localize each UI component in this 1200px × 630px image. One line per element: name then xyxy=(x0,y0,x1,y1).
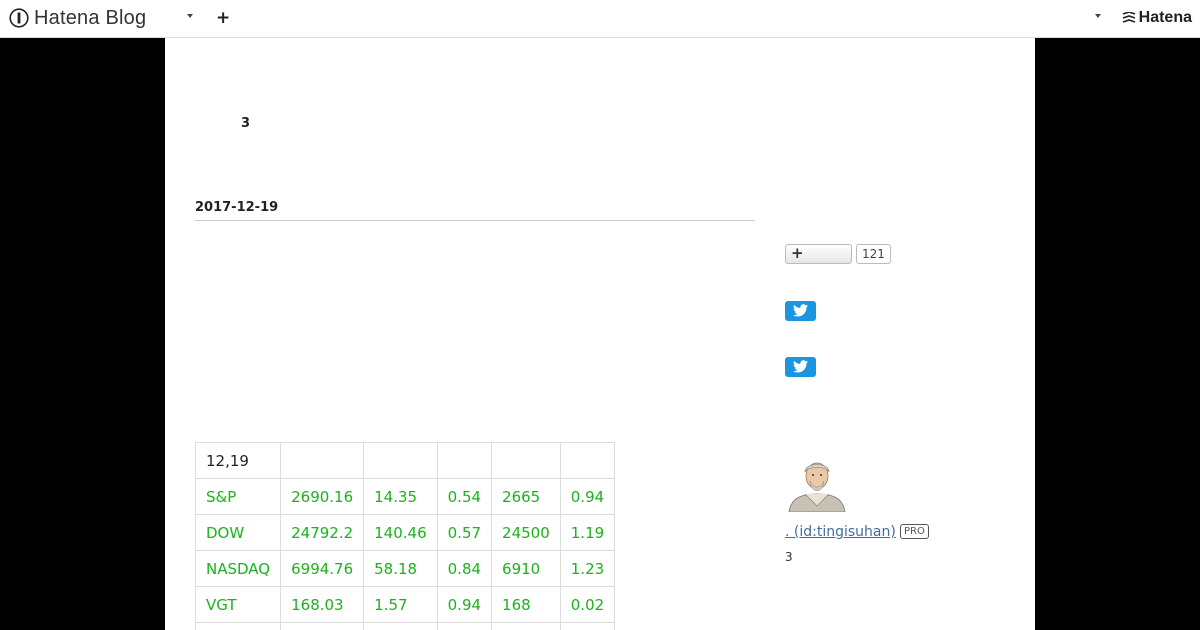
table-row: 12,19 xyxy=(194,442,616,479)
hatena-blog-logo-icon xyxy=(9,8,29,28)
profile-id-link[interactable]: . (id:tingisuhan) xyxy=(785,524,896,540)
hatena-label: Hatena xyxy=(1138,9,1192,26)
table-cell xyxy=(363,442,438,479)
pro-badge: PRO xyxy=(900,524,929,539)
table-cell: 1.57 xyxy=(363,586,438,623)
table-cell: 2665 xyxy=(491,478,561,515)
table-cell: 1.19 xyxy=(559,514,616,551)
table-row xyxy=(194,622,616,630)
table-cell: DOW xyxy=(194,514,282,551)
table-cell: VGT xyxy=(194,586,282,623)
table-cell: 168 xyxy=(491,586,561,623)
bookmark-count[interactable]: 121 xyxy=(856,244,891,264)
entry-date[interactable]: 2017-12-19 xyxy=(195,200,278,215)
table-cell: 58.18 xyxy=(363,550,438,587)
hatena-bookmark-button[interactable]: + xyxy=(785,244,852,264)
table-cell: 6994.76 xyxy=(280,550,365,587)
table-cell xyxy=(363,622,438,630)
bookmark-plus-icon: + xyxy=(791,244,804,262)
table-cell xyxy=(491,442,561,479)
table-cell: 24792.2 xyxy=(280,514,365,551)
table-cell: NASDAQ xyxy=(194,550,282,587)
table-row: S&P 2690.16 14.35 0.54 2665 0.94 xyxy=(194,478,616,515)
table-cell: 0.57 xyxy=(436,514,493,551)
table-row: NASDAQ 6994.76 58.18 0.84 6910 1.23 xyxy=(194,550,616,587)
blog-menu-caret-icon[interactable] xyxy=(187,14,193,18)
blog-page: 3 2017-12-19 12,19 S&P 2690.16 14.35 0.5… xyxy=(165,38,1035,630)
table-row: VGT 168.03 1.57 0.94 168 0.02 xyxy=(194,586,616,623)
new-post-plus-icon[interactable]: + xyxy=(216,7,230,29)
table-cell xyxy=(280,442,365,479)
table-cell: 0.54 xyxy=(436,478,493,515)
table-cell: 14.35 xyxy=(363,478,438,515)
hatena-logo-icon xyxy=(1122,12,1135,23)
twitter-bird-icon xyxy=(793,304,808,317)
user-menu-caret-icon[interactable] xyxy=(1095,14,1101,18)
table-cell xyxy=(280,622,365,630)
twitter-share-button[interactable] xyxy=(785,301,816,321)
profile-count: 3 xyxy=(785,550,793,564)
table-cell: 168.03 xyxy=(280,586,365,623)
table-cell: 2690.16 xyxy=(280,478,365,515)
sidebar: + 121 . (id:tingisuhan) PRO 3 xyxy=(785,38,1015,630)
global-header: Hatena Blog + Hatena xyxy=(0,0,1200,38)
table-cell xyxy=(436,622,493,630)
hatena-blog-logo[interactable]: Hatena Blog xyxy=(9,6,146,30)
table-cell: 24500 xyxy=(491,514,561,551)
table-cell: 0.84 xyxy=(436,550,493,587)
table-cell: 140.46 xyxy=(363,514,438,551)
table-cell: 12,19 xyxy=(194,442,282,479)
table-cell xyxy=(559,622,616,630)
table-cell: 0.02 xyxy=(559,586,616,623)
avatar[interactable] xyxy=(785,456,849,512)
blog-title[interactable]: 3 xyxy=(241,116,250,131)
twitter-follow-button[interactable] xyxy=(785,357,816,377)
date-divider xyxy=(195,220,755,221)
brand-name: Hatena Blog xyxy=(34,6,147,29)
table-cell xyxy=(559,442,616,479)
hatena-menu[interactable]: Hatena xyxy=(1122,9,1192,27)
table-cell xyxy=(194,622,282,630)
table-cell: 1.23 xyxy=(559,550,616,587)
table-cell xyxy=(491,622,561,630)
table-cell: 0.94 xyxy=(559,478,616,515)
stock-table: 12,19 S&P 2690.16 14.35 0.54 2665 0.94 D… xyxy=(194,442,616,630)
table-row: DOW 24792.2 140.46 0.57 24500 1.19 xyxy=(194,514,616,551)
table-cell xyxy=(436,442,493,479)
table-cell: S&P xyxy=(194,478,282,515)
table-cell: 6910 xyxy=(491,550,561,587)
table-cell: 0.94 xyxy=(436,586,493,623)
twitter-bird-icon xyxy=(793,360,808,373)
